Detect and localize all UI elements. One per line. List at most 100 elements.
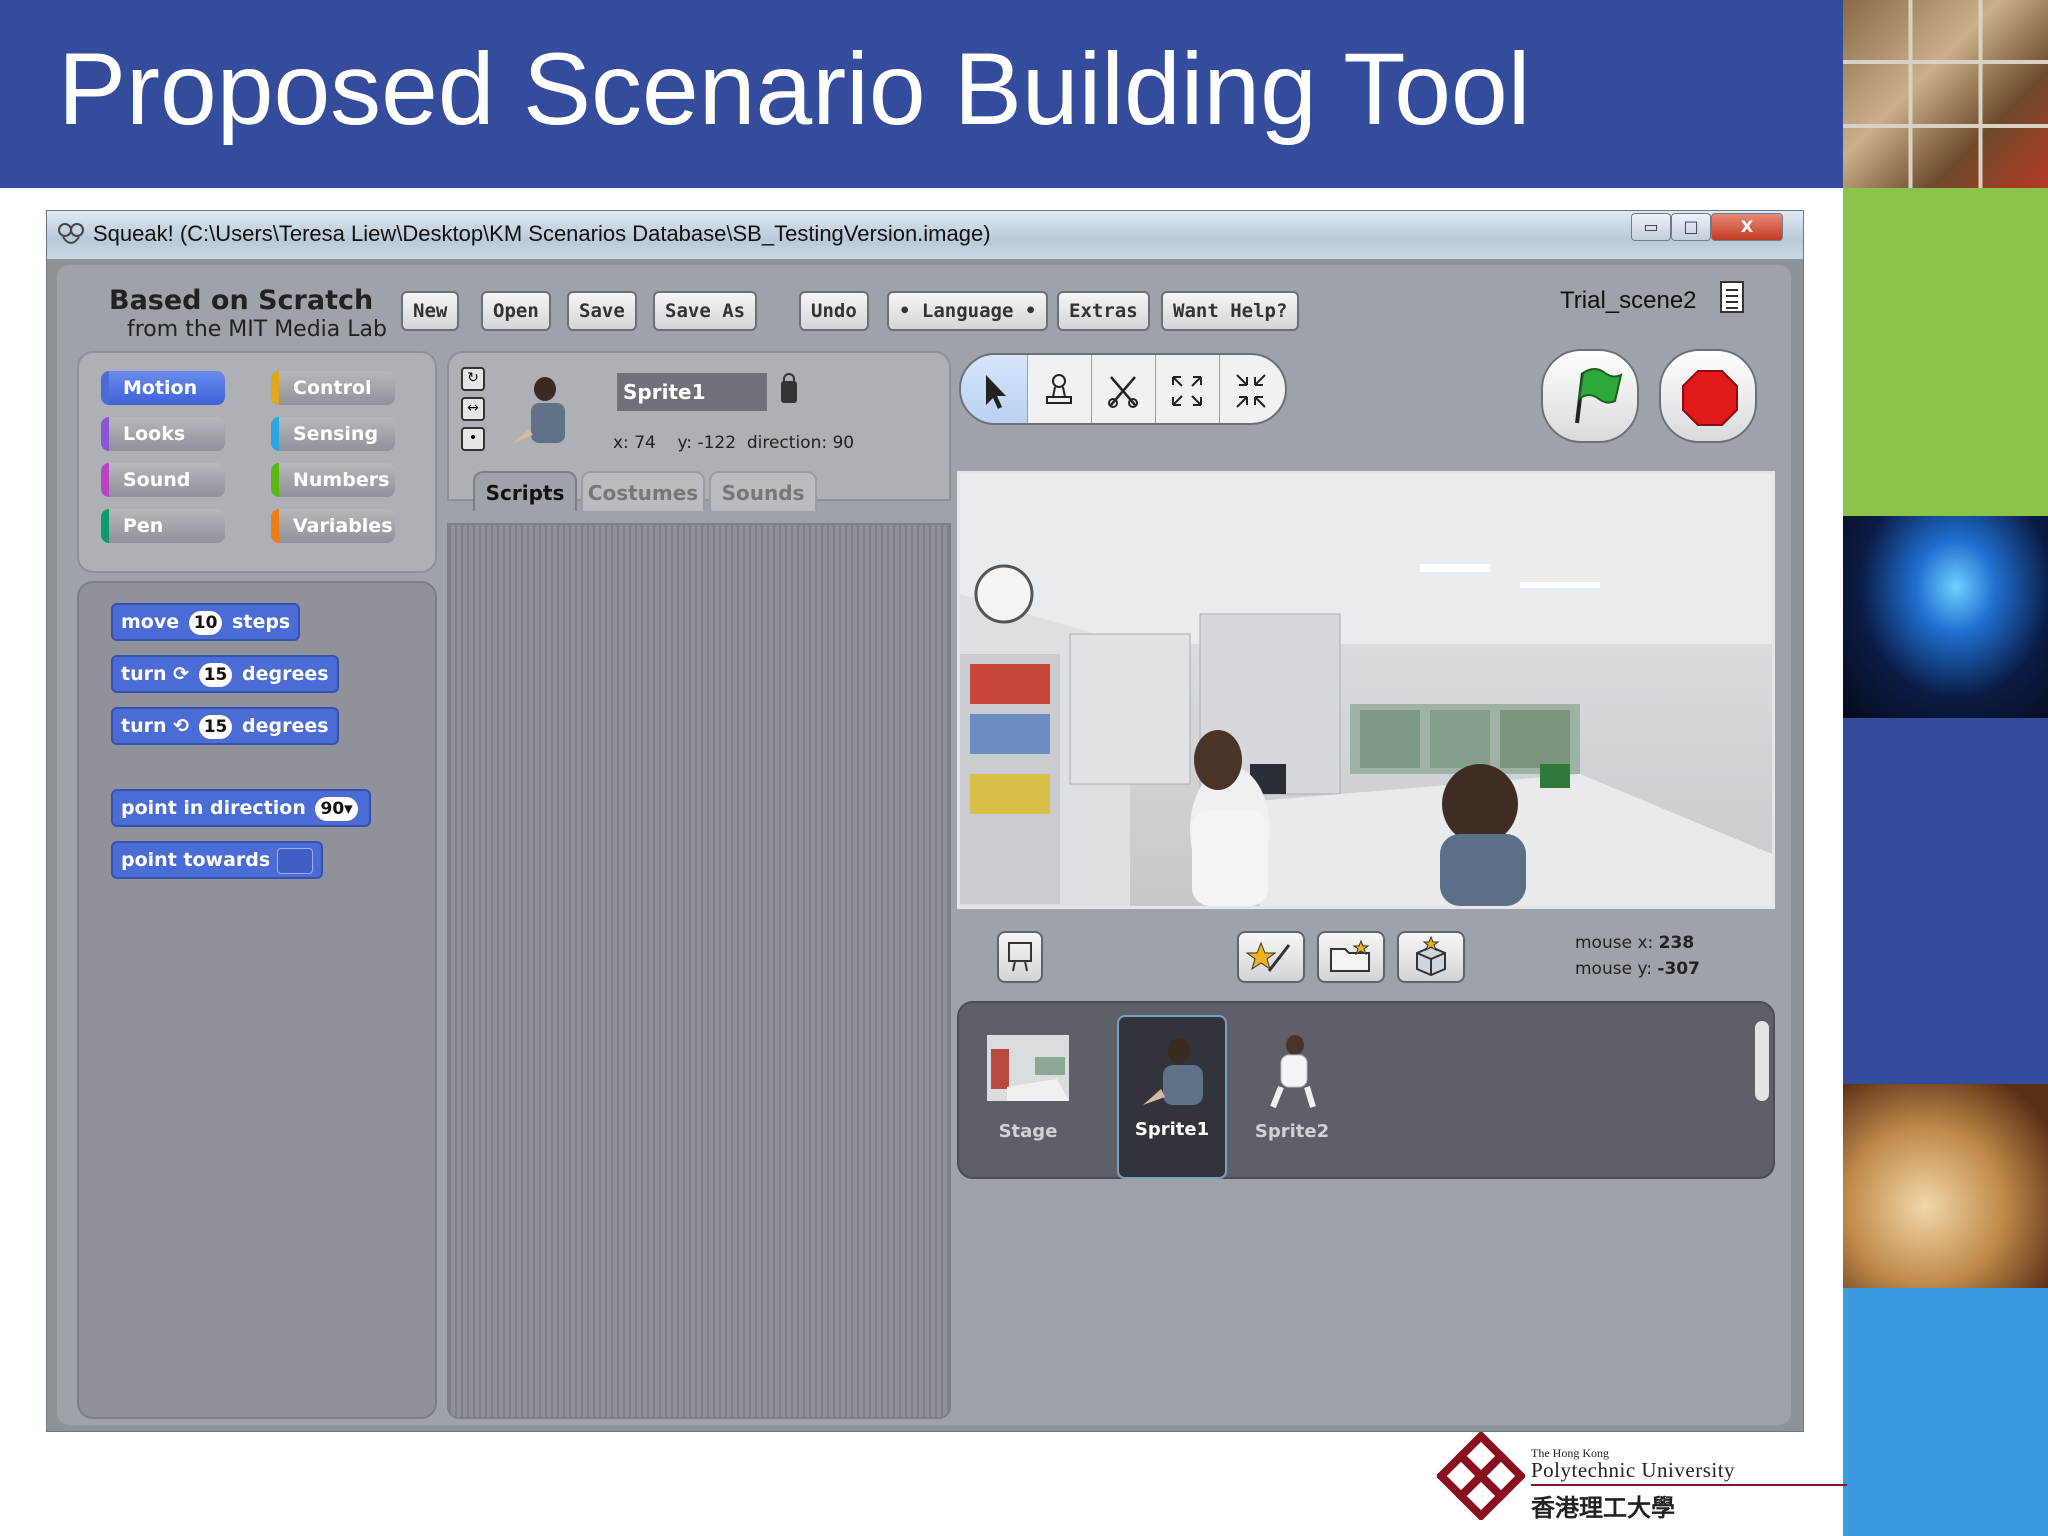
stamp-tool[interactable] [1027,355,1089,423]
tray-label-sprite2: Sprite2 [1254,1121,1330,1142]
mouse-y-label: mouse y: [1575,959,1653,979]
tab-sounds[interactable]: Sounds [709,471,817,511]
open-sprite-icon [1330,939,1370,972]
block-text: steps [232,611,291,633]
brand-title: Based on Scratch [109,285,374,316]
side-strip-blue [1843,1288,2048,1536]
tray-scrollbar[interactable] [1755,1021,1769,1101]
block-target-dropdown[interactable] [276,847,313,874]
category-control[interactable]: Control [271,371,395,405]
block-direction-dropdown[interactable]: 90▾ [315,797,358,821]
window-title-bar[interactable]: Squeak! (C:\Users\Teresa Liew\Desktop\KM… [47,211,1803,259]
rotate-style-none-icon[interactable]: • [461,427,485,451]
rotate-style-full-icon[interactable]: ↻ [461,367,485,391]
tray-item-sprite2[interactable]: Sprite2 [1237,1019,1347,1177]
slide-title-bar: Proposed Scenario Building Tool [0,0,1843,188]
rotate-clockwise-icon: ⟳ [173,663,190,685]
mouse-y-value: -307 [1657,959,1700,979]
block-turn-clockwise[interactable]: turn ⟳ 15 degrees [111,655,339,693]
category-sound[interactable]: Sound [101,463,225,497]
tab-scripts[interactable]: Scripts [473,471,577,511]
block-turn-counterclockwise[interactable]: turn ⟲ 15 degrees [111,707,339,745]
scripts-area[interactable] [447,523,951,1419]
category-numbers[interactable]: Numbers [271,463,395,497]
y-label: y: [677,433,693,453]
mouse-x-label: mouse x: [1575,933,1654,953]
squeak-window: Squeak! (C:\Users\Teresa Liew\Desktop\KM… [46,210,1804,1432]
mouse-y-readout: mouse y: -307 [1575,959,1700,979]
presentation-mode-button[interactable] [997,931,1043,983]
green-flag-button[interactable] [1541,349,1639,443]
tray-item-stage[interactable]: Stage [973,1019,1083,1177]
block-text: point in direction [121,797,306,819]
undo-button[interactable]: Undo [799,291,869,331]
block-text: point towards [121,849,271,871]
stage[interactable] [957,471,1775,909]
window-title: Squeak! (C:\Users\Teresa Liew\Desktop\KM… [93,221,991,246]
green-flag-icon [1575,368,1623,424]
language-menu[interactable]: • Language • [887,291,1049,331]
block-number-input[interactable]: 10 [188,611,223,635]
shrink-tool[interactable] [1219,355,1281,423]
open-button[interactable]: Open [481,291,551,331]
sprite-thumbnail [513,377,565,443]
block-text: degrees [241,715,329,737]
open-sprite-button[interactable] [1317,931,1385,983]
block-point-in-direction[interactable]: point in direction 90▾ [111,789,371,827]
scissors-tool[interactable] [1091,355,1153,423]
block-number-input[interactable]: 15 [198,715,233,739]
project-name: Trial_scene2 [1560,287,1697,314]
surprise-sprite-button[interactable] [1397,931,1465,983]
scissors-icon [1108,376,1138,408]
side-photo-digital-head [1843,516,2048,718]
maximize-button[interactable]: □ [1671,213,1711,241]
category-motion[interactable]: Motion [101,371,225,405]
tray-item-sprite1[interactable]: Sprite1 [1117,1015,1227,1179]
category-sensing[interactable]: Sensing [271,417,395,451]
block-text: turn [121,663,167,685]
grow-tool[interactable] [1155,355,1217,423]
brand-subtitle: from the MIT Media Lab [127,317,387,342]
paint-new-sprite-button[interactable] [1237,931,1305,983]
tab-costumes[interactable]: Costumes [581,471,705,511]
new-button[interactable]: New [401,291,460,331]
minimize-button[interactable]: ▭ [1631,213,1671,241]
category-looks[interactable]: Looks [101,417,225,451]
sprite-coordinates: x: 74 y: -122 direction: 90 [613,433,854,453]
sprite1-thumbnail [1143,1038,1203,1105]
grow-icon [1172,376,1202,406]
mouse-x-readout: mouse x: 238 [1575,933,1694,953]
rotate-style-flip-icon[interactable]: ↔ [461,397,485,421]
logo-divider [1531,1484,1847,1486]
block-text: turn [121,715,167,737]
lock-icon[interactable] [781,373,797,403]
block-point-towards[interactable]: point towards [111,841,323,879]
block-move-steps[interactable]: move 10 steps [111,603,301,641]
save-as-button[interactable]: Save As [653,291,758,331]
logo-text-chinese: 香港理工大學 [1531,1496,1675,1522]
paint-new-sprite-icon [1245,941,1291,972]
close-button[interactable]: X [1711,213,1783,241]
stop-sign-icon [1682,370,1738,426]
direction-label: direction: [746,433,828,453]
extras-menu[interactable]: Extras [1057,291,1150,331]
tray-label-stage: Stage [998,1121,1058,1142]
slide-title: Proposed Scenario Building Tool [58,32,1531,146]
project-notes-icon[interactable] [1720,281,1744,313]
stage-office-scene [960,474,1772,906]
x-value: 74 [634,433,656,453]
save-button[interactable]: Save [567,291,637,331]
stop-button[interactable] [1659,349,1757,443]
category-pen[interactable]: Pen [101,509,225,543]
pointer-tool[interactable] [961,355,1027,423]
polyu-logo: The Hong Kong Polytechnic University 香港理… [1435,1428,1847,1528]
help-button[interactable]: Want Help? [1161,291,1300,331]
side-photo-open-book [1843,1084,2048,1288]
side-photo-books [1843,0,2048,188]
presentation-mode-icon [1008,942,1032,972]
sprite-name-field[interactable]: Sprite1 [617,373,767,411]
block-number-input[interactable]: 15 [198,663,233,687]
category-variables[interactable]: Variables [271,509,395,543]
y-value: -122 [697,433,737,453]
x-label: x: [613,433,629,453]
